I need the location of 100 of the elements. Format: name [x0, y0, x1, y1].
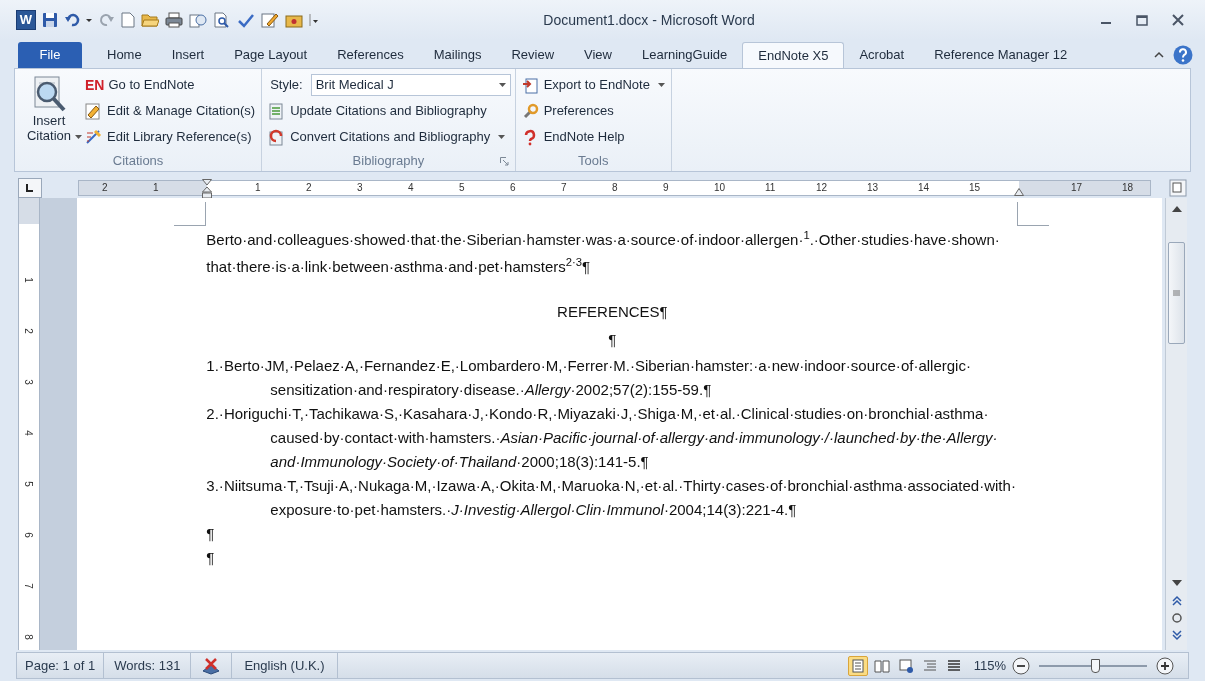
outline-icon [921, 657, 938, 674]
ribbon-button[interactable]: Preferences [519, 99, 667, 123]
export-icon [521, 76, 540, 94]
ribbon-button[interactable]: Convert Citations and Bibliography [266, 125, 511, 149]
ribbon-tab[interactable]: Insert [156, 42, 220, 68]
zoom-in-icon[interactable] [1156, 656, 1174, 675]
close-icon[interactable] [1171, 13, 1185, 27]
save-icon[interactable] [42, 12, 58, 28]
grip-icon [1173, 290, 1181, 296]
ribbon-button[interactable]: Edit & Manage Citation(s) [83, 99, 258, 123]
web-layout-icon [897, 657, 914, 674]
paragraph-mark: ¶ [206, 524, 216, 544]
margin-mark [1017, 202, 1050, 226]
print-layout-icon [849, 657, 866, 674]
endnote-logo: EN [85, 78, 105, 92]
ruler-number: 17 [1071, 181, 1083, 195]
folder-icon[interactable] [141, 12, 159, 28]
ribbon-button[interactable]: Edit Library Reference(s) [83, 125, 258, 149]
ruler-number: 6 [510, 181, 516, 195]
ruler-number: 3 [357, 181, 363, 195]
right-indent-marker-icon[interactable] [1014, 188, 1024, 196]
group-label: Citations [112, 152, 164, 171]
ruler-number: 13 [867, 181, 879, 195]
ruler-number: 4 [408, 181, 414, 195]
next-page-icon[interactable] [1170, 628, 1183, 642]
ribbon-tab[interactable]: EndNote X5 [742, 42, 845, 68]
ribbon-tab[interactable]: Page Layout [219, 42, 323, 68]
page-indicator[interactable]: Page: 1 of 1 [17, 653, 105, 678]
undo-icon[interactable] [64, 12, 80, 28]
word-count[interactable]: Words: 131 [104, 653, 192, 678]
ribbon-tab[interactable]: Home [92, 42, 157, 68]
margin-mark [174, 202, 207, 226]
printer-icon[interactable] [165, 12, 183, 28]
ruler-number: 3 [21, 379, 34, 385]
ribbon-button[interactable]: Export to EndNote [519, 73, 667, 97]
group-label: Tools [578, 152, 609, 171]
ruler-number: 6 [21, 532, 34, 538]
ruler-number: 9 [663, 181, 669, 195]
zoom-out-icon[interactable] [1012, 656, 1030, 675]
edit-icon[interactable] [261, 12, 279, 28]
new-document-icon[interactable] [121, 12, 135, 28]
ruler-number: 14 [918, 181, 930, 195]
ribbon-tab[interactable]: File [18, 42, 82, 68]
slider-thumb[interactable] [1091, 658, 1101, 673]
word-logo[interactable]: W [16, 10, 36, 30]
ribbon-button[interactable]: EN Go to EndNote [83, 73, 258, 97]
paragraph-mark: ¶ [206, 548, 216, 568]
help-icon[interactable] [1173, 45, 1193, 65]
scroll-thumb[interactable] [1168, 242, 1186, 344]
ribbon-button[interactable]: Update Citations and Bibliography [266, 99, 511, 123]
ruler-number: 10 [714, 181, 726, 195]
zoom-level[interactable]: 115% [973, 655, 1006, 676]
ruler-number: 2 [306, 181, 312, 195]
ruler-number: 8 [612, 181, 618, 195]
ribbon-button[interactable]: EndNote Help [519, 125, 667, 149]
style-dropdown[interactable]: Brit Medical J [310, 74, 511, 96]
ruler-number: 1 [153, 181, 159, 195]
dialog-launcher-icon[interactable] [499, 157, 509, 166]
insert-citation-button[interactable]: Insert Citation [19, 73, 79, 151]
ruler-number: 5 [21, 481, 34, 487]
ribbon-tab[interactable]: References [322, 42, 419, 68]
document-icon[interactable] [189, 12, 207, 28]
style-label: Style: [270, 76, 303, 95]
body-paragraph: Berto·and·colleagues·showed·that·the·Siberian·hamster·was·a·source·of·indoor·allergen·$^{1}$.·Other·studies·have·shown·that·there·is·a·link·between·asthma·and·pet·hamsters$^{2·}$$^{3}$¶ [206, 228, 1001, 277]
tab-selector-icon[interactable] [18, 178, 42, 198]
ruler-number: 11 [765, 181, 776, 195]
book-icon [873, 657, 890, 674]
view-button[interactable] [847, 655, 868, 676]
draft-icon [945, 657, 962, 674]
previous-page-icon[interactable] [1170, 594, 1183, 608]
ruler-number: 18 [1122, 181, 1134, 195]
spelling-check-icon[interactable] [201, 656, 222, 675]
ruler-number: 4 [21, 430, 34, 436]
spell-check-icon[interactable] [237, 12, 255, 28]
ruler-number: 12 [816, 181, 828, 195]
browse-object-icon[interactable] [1170, 612, 1183, 624]
restore-icon[interactable] [1135, 13, 1149, 27]
ribbon-tab[interactable]: View [569, 42, 627, 68]
ruler-number: 7 [561, 181, 567, 195]
ruler-number: 8 [21, 634, 34, 640]
language-indicator[interactable]: English (U.K.) [232, 653, 338, 678]
ruler-number: 1 [255, 181, 261, 195]
ruler-number: 1 [21, 277, 34, 283]
heading: REFERENCES¶ [556, 302, 669, 322]
indent-marker-icon[interactable] [202, 179, 212, 199]
ribbon-tab[interactable]: Review [496, 42, 569, 68]
ribbon-tab[interactable]: Acrobat [844, 42, 920, 68]
print-preview-icon[interactable] [213, 12, 231, 28]
window-title: Document1.docx - Microsoft Word [543, 10, 755, 30]
ruler-number: 2 [21, 328, 34, 334]
ruler-number: 15 [969, 181, 981, 195]
ribbon-tab[interactable]: Mailings [418, 42, 497, 68]
magnifier-document-icon [31, 75, 67, 113]
customize-menu-icon[interactable] [309, 12, 319, 28]
ruler-number: 5 [459, 181, 465, 195]
reference-entry: 3.·Niitsuma·T,·Tsuji·A,·Nukaga·M,·Izawa·A,·Okita·M,·Maruoka·N,·et·al.·Thirty·cases·of·bronchial·asthma·associated·with·exposure·to·pet·hamsters.·J·Investig·Allergol·Clin·Immunol·2004;14(3):221-4.¶ [206, 476, 1017, 520]
paragraph-mark: ¶ [607, 330, 618, 350]
caret-icon [498, 82, 506, 88]
ribbon-tab[interactable]: LearningGuide [626, 42, 743, 68]
ribbon-tab[interactable]: Reference Manager 12 [919, 42, 1083, 68]
